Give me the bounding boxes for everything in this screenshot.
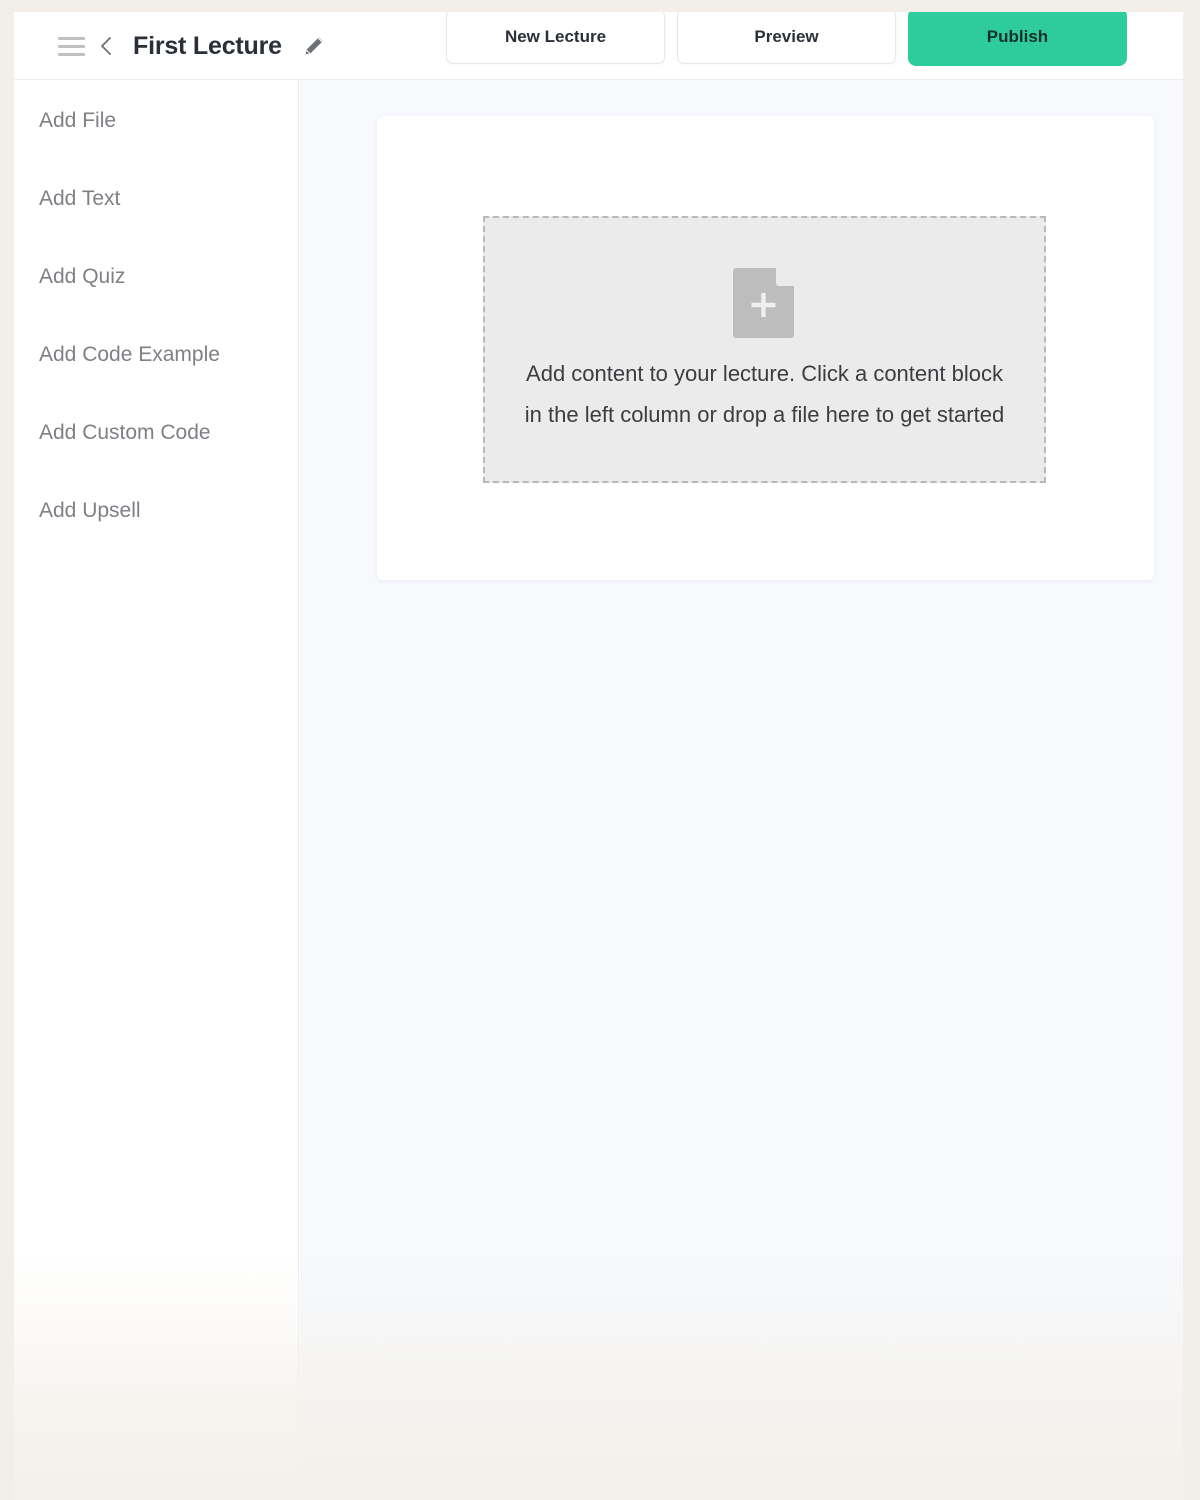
new-lecture-button[interactable]: New Lecture [446, 12, 665, 64]
preview-button[interactable]: Preview [677, 12, 896, 64]
header-left-group: First Lecture [58, 12, 326, 80]
app-body: Add File Add Text Add Quiz Add Code Exam… [14, 80, 1183, 1500]
dropzone-message: Add content to your lecture. Click a con… [524, 360, 1005, 427]
lecture-canvas: Add content to your lecture. Click a con… [300, 80, 1183, 1500]
sidebar-item-add-file[interactable]: Add File [14, 82, 298, 160]
pencil-icon[interactable] [302, 34, 326, 58]
sidebar-item-add-code-example[interactable]: Add Code Example [14, 316, 298, 394]
sidebar-item-add-text[interactable]: Add Text [14, 160, 298, 238]
lecture-content-card: Add content to your lecture. Click a con… [377, 116, 1154, 580]
content-block-sidebar: Add File Add Text Add Quiz Add Code Exam… [14, 80, 299, 1500]
sidebar-item-add-custom-code[interactable]: Add Custom Code [14, 394, 298, 472]
sidebar-item-add-quiz[interactable]: Add Quiz [14, 238, 298, 316]
app-window: First Lecture New Lecture Preview Publis… [14, 12, 1183, 1500]
chevron-left-icon[interactable] [97, 34, 115, 58]
publish-button[interactable]: Publish [908, 12, 1127, 66]
hamburger-bar-3 [58, 52, 85, 56]
sidebar-item-add-upsell[interactable]: Add Upsell [14, 472, 298, 550]
hamburger-bar-1 [58, 36, 85, 40]
header-actions-group: New Lecture Preview Publish [446, 12, 1127, 66]
file-plus-icon [730, 265, 800, 341]
hamburger-icon[interactable] [58, 36, 85, 56]
app-header: First Lecture New Lecture Preview Publis… [14, 12, 1183, 80]
hamburger-bar-2 [58, 44, 85, 48]
content-dropzone[interactable]: Add content to your lecture. Click a con… [483, 216, 1046, 483]
page-title: First Lecture [133, 31, 282, 60]
